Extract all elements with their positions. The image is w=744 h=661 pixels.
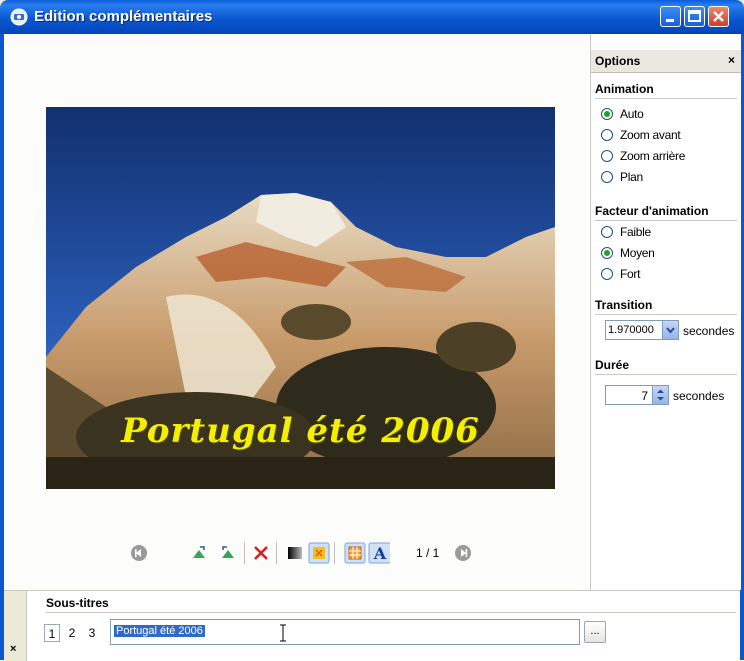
transition-unit: secondes xyxy=(683,324,735,338)
radio-button[interactable] xyxy=(601,129,613,141)
subtitles-panel: × Sous-titres 1 2 3 Portugal été 2006 ..… xyxy=(4,590,740,661)
toolbar-divider xyxy=(244,542,245,564)
options-header: Options × xyxy=(591,50,741,73)
options-panel: Options × Animation Auto Zoom avant Zoom… xyxy=(590,34,741,590)
close-icon xyxy=(713,11,724,22)
duration-value: 7 xyxy=(641,389,648,403)
minimize-button[interactable] xyxy=(660,6,681,27)
slide-counter: 1 / 1 xyxy=(416,546,440,560)
options-close-icon[interactable]: × xyxy=(728,53,735,67)
radio-button[interactable] xyxy=(601,247,613,259)
transition-select[interactable]: 1.970000 xyxy=(605,320,679,340)
radio-button[interactable] xyxy=(601,108,613,120)
previous-icon[interactable] xyxy=(128,542,150,564)
transition-section-label: Transition xyxy=(595,298,653,312)
animation-section-label: Animation xyxy=(595,82,654,96)
radio-button[interactable] xyxy=(601,226,613,238)
subtitle-tab-1[interactable]: 1 xyxy=(44,624,60,642)
toolbar-divider xyxy=(276,542,277,564)
factor-section-label: Facteur d'animation xyxy=(595,204,709,218)
effects-icon[interactable] xyxy=(308,542,330,564)
duration-section-label: Durée xyxy=(595,358,630,372)
rotate-right-icon[interactable] xyxy=(216,542,238,564)
app-window: Edition complémentaires Portugal été 200… xyxy=(0,0,744,661)
subtitle-text-input[interactable]: Portugal été 2006 xyxy=(110,619,580,645)
app-icon xyxy=(10,8,28,26)
duration-unit: secondes xyxy=(673,389,725,403)
subtitle-tab-2[interactable]: 2 xyxy=(64,624,80,642)
options-title: Options xyxy=(595,54,641,68)
preview-area: Portugal été 2006 A 1 / 1 xyxy=(4,34,588,590)
slide-photo[interactable]: Portugal été 2006 xyxy=(46,107,555,489)
divider xyxy=(595,314,737,315)
spinner-arrows-icon[interactable] xyxy=(652,386,668,404)
minimize-icon xyxy=(666,19,674,22)
radio-button[interactable] xyxy=(601,171,613,183)
maximize-button[interactable] xyxy=(684,6,705,27)
chevron-down-icon[interactable] xyxy=(662,321,678,339)
rotate-left-icon[interactable] xyxy=(190,542,212,564)
radio-button[interactable] xyxy=(601,268,613,280)
delete-icon[interactable] xyxy=(250,542,272,564)
transition-value: 1.970000 xyxy=(608,324,654,336)
duration-spinner[interactable]: 7 xyxy=(605,385,669,405)
subtitles-label: Sous-titres xyxy=(46,596,109,610)
close-window-button[interactable] xyxy=(708,6,729,27)
frame-icon[interactable] xyxy=(344,542,366,564)
next-icon[interactable] xyxy=(452,542,474,564)
divider xyxy=(46,612,736,613)
subtitle-tab-3[interactable]: 3 xyxy=(84,624,100,642)
toolbar-divider xyxy=(334,542,335,564)
text-cursor-icon xyxy=(280,624,286,642)
divider xyxy=(595,98,737,99)
divider xyxy=(595,374,737,375)
browse-button[interactable]: ... xyxy=(584,621,606,643)
subtitles-side-strip: × xyxy=(4,591,27,661)
radio-button[interactable] xyxy=(601,150,613,162)
subtitle-selected-text: Portugal été 2006 xyxy=(114,625,205,637)
divider xyxy=(595,220,737,221)
title-bar[interactable]: Edition complémentaires xyxy=(0,0,744,34)
window-content: Portugal été 2006 A 1 / 1 Options × Anim… xyxy=(4,34,741,661)
svg-text:A: A xyxy=(373,544,387,563)
slide-toolbar: A 1 / 1 xyxy=(4,542,588,566)
subtitles-close-icon[interactable]: × xyxy=(10,643,16,655)
maximize-icon xyxy=(688,10,701,22)
text-icon[interactable]: A xyxy=(368,542,390,564)
slide-caption: Portugal été 2006 xyxy=(121,411,480,451)
fade-icon[interactable] xyxy=(284,542,306,564)
window-title: Edition complémentaires xyxy=(34,8,213,25)
